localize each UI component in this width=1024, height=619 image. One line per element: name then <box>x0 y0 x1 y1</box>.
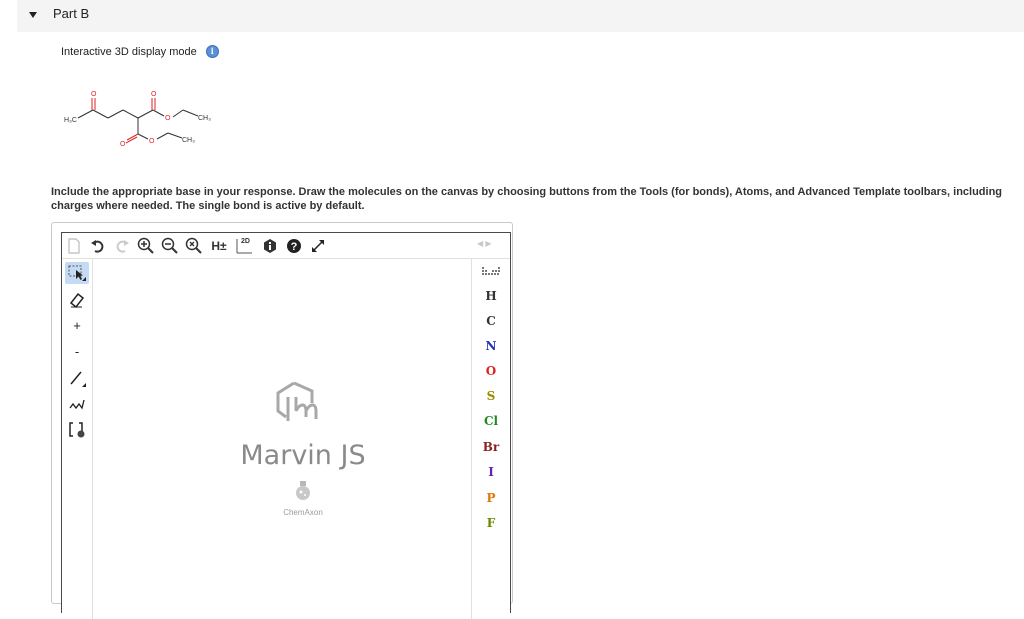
structure-info-icon[interactable] <box>260 236 280 256</box>
increase-charge-button[interactable]: + <box>65 314 89 336</box>
marvin-title: Marvin JS <box>240 440 366 471</box>
display-mode-row: Interactive 3D display mode i <box>61 45 219 58</box>
chain-tool-icon[interactable] <box>65 393 89 415</box>
atoms-toolbar: H C N O S Cl Br I P F <box>471 259 510 619</box>
tools-toolbar: + - <box>62 259 93 619</box>
atom-o-button[interactable]: O <box>472 360 510 382</box>
drawing-canvas[interactable]: Marvin JS ChemAxon <box>93 259 470 619</box>
ester2-link-oxygen-label: O <box>149 138 155 145</box>
chemaxon-logo-icon <box>233 481 373 506</box>
undo-icon[interactable] <box>88 236 108 256</box>
redo-icon[interactable] <box>112 236 132 256</box>
decrease-charge-button[interactable]: - <box>65 340 89 362</box>
atom-p-button[interactable]: P <box>472 487 510 509</box>
zoom-in-icon[interactable] <box>136 236 156 256</box>
eraser-tool-icon[interactable] <box>65 289 89 311</box>
display-mode-link[interactable]: Interactive 3D display mode <box>61 46 197 58</box>
atom-c-button[interactable]: C <box>472 310 510 332</box>
atom-f-button[interactable]: F <box>472 512 510 534</box>
marvin-logo-icon <box>276 381 318 421</box>
chemaxon-label: ChemAxon <box>283 508 323 517</box>
svg-text:?: ? <box>291 241 298 253</box>
marvin-editor: H± 2D ? ◀ ▶ + - Marvin JS ChemAxon H C N… <box>51 222 513 619</box>
periodic-table-icon[interactable] <box>472 261 510 283</box>
part-title: Part B <box>53 6 90 21</box>
info-icon[interactable]: i <box>205 45 219 58</box>
molecule-structure: H₃C O O O CH₃ O O CH₃ <box>64 91 211 148</box>
marvin-watermark: Marvin JS ChemAxon <box>233 381 373 517</box>
ester2-ch3-label: CH₃ <box>182 137 195 144</box>
atom-br-button[interactable]: Br <box>472 436 510 458</box>
bracket-tool-icon[interactable] <box>65 419 89 441</box>
collapse-caret-icon[interactable] <box>29 12 37 18</box>
new-document-icon[interactable] <box>64 236 84 256</box>
instructions-text: Include the appropriate base in your res… <box>51 186 1003 212</box>
part-header[interactable]: Part B <box>17 0 1024 32</box>
atom-cl-button[interactable]: Cl <box>472 410 510 432</box>
editor-frame: H± 2D ? ◀ ▶ + - Marvin JS ChemAxon H C N… <box>61 232 511 619</box>
ester1-link-oxygen-label: O <box>165 115 171 122</box>
fullscreen-icon[interactable] <box>308 236 328 256</box>
atom-n-button[interactable]: N <box>472 335 510 357</box>
ketone-oxygen-label: O <box>91 91 97 98</box>
atom-i-button[interactable]: I <box>472 461 510 483</box>
top-toolbar: H± 2D ? ◀ ▶ <box>62 233 510 259</box>
zoom-out-icon[interactable] <box>160 236 180 256</box>
toggle-hydrogens-button[interactable]: H± <box>208 236 230 256</box>
clean-2d-button[interactable]: 2D <box>234 236 254 256</box>
single-bond-tool-icon[interactable] <box>65 367 89 389</box>
toolbar-scroll-arrows-icon[interactable]: ◀ ▶ <box>477 239 492 248</box>
atom-s-button[interactable]: S <box>472 385 510 407</box>
clean-2d-label: 2D <box>241 238 250 245</box>
ester1-carbonyl-oxygen-label: O <box>151 91 157 98</box>
ester2-carbonyl-oxygen-label: O <box>120 141 126 148</box>
h3c-label: H₃C <box>64 117 77 124</box>
selection-tool-icon[interactable] <box>65 262 89 284</box>
ester1-ch3-label: CH₃ <box>198 115 211 122</box>
atom-h-button[interactable]: H <box>472 285 510 307</box>
help-icon[interactable]: ? <box>284 236 304 256</box>
zoom-fit-icon[interactable] <box>184 236 204 256</box>
